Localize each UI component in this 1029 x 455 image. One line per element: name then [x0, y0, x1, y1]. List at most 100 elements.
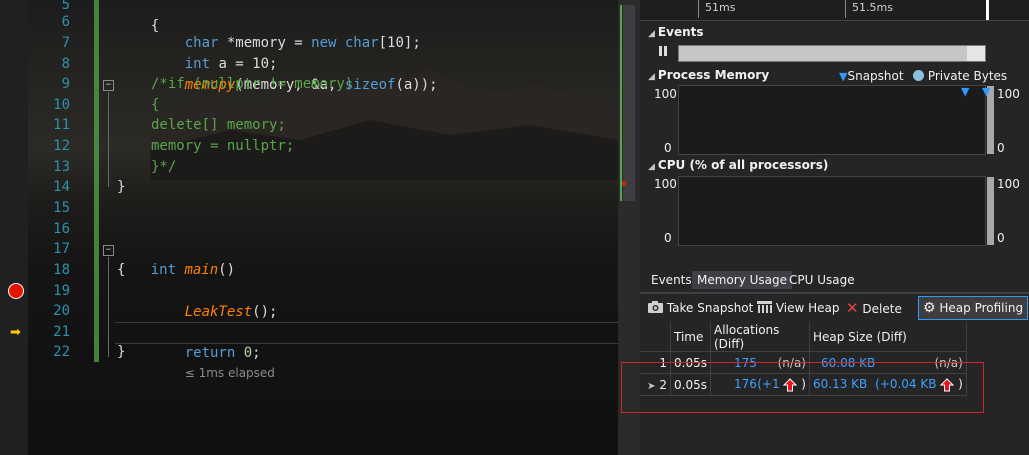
line-number: 20	[53, 303, 70, 319]
y-axis-min-right: 0	[997, 231, 1005, 245]
delete-x-icon: ✕	[846, 299, 859, 317]
y-axis-max-right: 100	[997, 87, 1020, 101]
code-token: ()	[218, 261, 236, 278]
events-track[interactable]	[678, 45, 986, 62]
line-number: 15	[53, 200, 70, 216]
button-label: Take Snapshot	[666, 301, 754, 315]
legend-label: Private Bytes	[927, 69, 1008, 83]
table-header-row: Time Allocations (Diff) Heap Size (Diff)	[640, 323, 967, 352]
code-token: 0	[235, 344, 253, 361]
code-line[interactable]: }*/	[151, 157, 176, 178]
line-number: 14	[53, 179, 70, 195]
column-header-time[interactable]: Time	[670, 323, 711, 352]
gear-icon: ⚙	[923, 300, 936, 316]
collapse-triangle-icon[interactable]: ◢	[648, 72, 655, 82]
breakpoint-icon[interactable]	[8, 283, 24, 299]
line-number: 17	[53, 241, 70, 257]
section-title: CPU (% of all processors)	[657, 158, 829, 172]
pause-icon[interactable]	[658, 45, 668, 57]
line-number: 12	[53, 138, 70, 154]
process-memory-graph[interactable]	[678, 85, 994, 155]
heap-profiling-toggle[interactable]: ⚙ Heap Profiling	[918, 296, 1029, 320]
process-memory-section-header[interactable]: ◢ Process Memory	[648, 68, 769, 82]
line-number: 7	[61, 35, 70, 51]
code-token: int	[150, 261, 177, 278]
snapshot-legend: ▼Snapshot	[839, 69, 904, 83]
line-number: 18	[53, 262, 70, 278]
column-header-allocations[interactable]: Allocations (Diff)	[710, 323, 810, 352]
camera-icon	[648, 301, 663, 313]
y-axis-max-left: 100	[654, 87, 677, 101]
events-section-header[interactable]: ◢ Events	[648, 25, 704, 39]
line-number: 8	[61, 56, 70, 72]
code-token: ();	[252, 303, 278, 320]
scrollbar-breakpoint-marker	[622, 181, 626, 186]
code-line[interactable]: }	[117, 342, 125, 363]
glyph-margin[interactable]	[0, 0, 28, 455]
code-token: ;	[252, 344, 261, 361]
memory-usage-toolbar: Take Snapshot View Heap ✕ Delete ⚙ Heap …	[640, 295, 1029, 321]
take-snapshot-button[interactable]: Take Snapshot	[648, 299, 753, 317]
snapshot-marker-icon[interactable]: ▼	[961, 85, 969, 98]
change-tracking-bar	[94, 0, 99, 362]
code-line[interactable]: memory = nullptr;	[151, 136, 294, 157]
line-number: 22	[53, 344, 70, 360]
tab-events[interactable]: Events	[646, 271, 697, 289]
button-label: View Heap	[775, 301, 840, 315]
fold-guide-line	[108, 257, 109, 357]
code-token: (a));	[395, 76, 438, 93]
code-token: char	[336, 34, 379, 51]
scrollbar-thumb[interactable]	[623, 5, 635, 201]
timeline-cursor[interactable]	[986, 0, 989, 20]
graph-range-handle[interactable]	[987, 177, 994, 245]
y-axis-min-left: 0	[664, 231, 672, 245]
ruler-label: 51ms	[705, 1, 736, 14]
code-line[interactable]: {	[117, 260, 125, 281]
y-axis-min-left: 0	[664, 141, 672, 155]
y-axis-max-right: 100	[997, 177, 1020, 191]
line-number: 6	[61, 14, 70, 30]
code-line[interactable]: }	[117, 177, 125, 198]
ruler-tick	[845, 0, 846, 18]
code-token: return	[184, 344, 236, 361]
line-number: 13	[53, 159, 70, 175]
fold-toggle-icon[interactable]: −	[103, 80, 114, 91]
y-axis-min-right: 0	[997, 141, 1005, 155]
button-label: Delete	[862, 302, 902, 316]
instruction-pointer-arrow-icon: ➡	[10, 325, 21, 340]
section-title: Events	[657, 25, 704, 39]
code-editor[interactable]: 5 6 7 8 9 10 11 12 13 14 15 16 17 18 19 …	[0, 0, 618, 455]
cpu-graph[interactable]	[678, 176, 994, 246]
line-number: 16	[53, 221, 70, 237]
y-axis-max-left: 100	[654, 177, 677, 191]
line-number: 19	[53, 283, 70, 299]
private-bytes-dot-icon	[913, 70, 924, 81]
fold-toggle-icon[interactable]: −	[103, 245, 114, 256]
code-line[interactable]: delete[] memory;	[151, 115, 286, 136]
line-number: 21	[53, 324, 70, 340]
line-number: 10	[53, 97, 70, 113]
code-line[interactable]: {	[151, 95, 159, 116]
column-header-heap-size[interactable]: Heap Size (Diff)	[809, 323, 967, 352]
perf-tip-elapsed[interactable]: ≤ 1ms elapsed	[185, 366, 275, 380]
ruler-tick	[698, 0, 699, 18]
code-line[interactable]: return 0; ≤ 1ms elapsed	[151, 322, 275, 404]
highlight-annotation-rectangle	[621, 362, 984, 413]
delete-button[interactable]: ✕ Delete	[846, 299, 902, 317]
line-number: 9	[61, 76, 70, 92]
collapse-triangle-icon[interactable]: ◢	[648, 29, 655, 39]
view-heap-button[interactable]: View Heap	[757, 299, 840, 317]
tab-cpu-usage[interactable]: CPU Usage	[784, 271, 860, 289]
tab-memory-usage[interactable]: Memory Usage	[692, 271, 793, 289]
scrollbar-change-marker	[620, 5, 622, 201]
snapshot-marker-icon[interactable]: ▼	[982, 85, 990, 98]
timeline-ruler[interactable]: 51ms 51.5ms	[640, 0, 1029, 21]
column-header-id	[640, 323, 671, 352]
collapse-triangle-icon[interactable]: ◢	[648, 162, 655, 172]
code-token: [10];	[378, 34, 421, 51]
cpu-section-header[interactable]: ◢ CPU (% of all processors)	[648, 158, 828, 172]
code-line[interactable]: /*if (nullptr != memory)	[151, 74, 353, 95]
diagnostics-tab-strip: Events Memory Usage CPU Usage	[640, 268, 1029, 294]
private-bytes-legend: Private Bytes	[913, 69, 1007, 83]
fold-guide-line	[108, 92, 109, 187]
